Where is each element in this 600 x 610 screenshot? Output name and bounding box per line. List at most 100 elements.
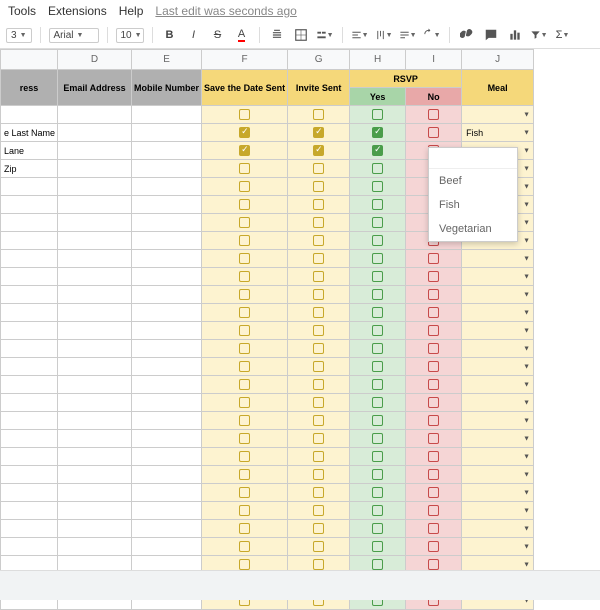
cell-no[interactable]: [406, 538, 462, 556]
cell[interactable]: [132, 448, 202, 466]
checkbox[interactable]: [239, 217, 250, 228]
checkbox[interactable]: [239, 307, 250, 318]
checkbox[interactable]: [239, 361, 250, 372]
cell-yes[interactable]: [350, 232, 406, 250]
checkbox[interactable]: [313, 433, 324, 444]
checkbox[interactable]: [428, 253, 439, 264]
cell[interactable]: [132, 160, 202, 178]
checkbox[interactable]: [313, 415, 324, 426]
cell-yes[interactable]: [350, 304, 406, 322]
fill-color-button[interactable]: [268, 26, 286, 44]
dropdown-arrow-icon[interactable]: ▼: [523, 525, 530, 532]
checkbox[interactable]: [239, 127, 250, 138]
cell[interactable]: [132, 484, 202, 502]
cell[interactable]: Zip: [1, 160, 58, 178]
cell[interactable]: [58, 160, 132, 178]
checkbox[interactable]: [372, 523, 383, 534]
cell-no[interactable]: [406, 466, 462, 484]
checkbox[interactable]: [372, 559, 383, 570]
checkbox[interactable]: [372, 505, 383, 516]
checkbox[interactable]: [372, 289, 383, 300]
cell-yes[interactable]: [350, 250, 406, 268]
cell-invite[interactable]: [288, 286, 350, 304]
cell[interactable]: [1, 466, 58, 484]
cell-yes[interactable]: [350, 286, 406, 304]
checkbox[interactable]: [239, 145, 250, 156]
cell-yes[interactable]: [350, 466, 406, 484]
cell[interactable]: [1, 106, 58, 124]
checkbox[interactable]: [239, 469, 250, 480]
dropdown-arrow-icon[interactable]: ▼: [523, 237, 530, 244]
cell[interactable]: [58, 412, 132, 430]
column-header[interactable]: F: [202, 50, 288, 70]
checkbox[interactable]: [372, 163, 383, 174]
cell-meal[interactable]: ▼: [462, 340, 534, 358]
cell[interactable]: [132, 340, 202, 358]
header-no[interactable]: No: [406, 88, 462, 106]
cell-savedate[interactable]: [202, 214, 288, 232]
checkbox[interactable]: [428, 127, 439, 138]
cell[interactable]: [132, 268, 202, 286]
cell-invite[interactable]: [288, 124, 350, 142]
checkbox[interactable]: [313, 289, 324, 300]
cell-savedate[interactable]: [202, 304, 288, 322]
checkbox[interactable]: [372, 271, 383, 282]
column-header[interactable]: D: [58, 50, 132, 70]
cell-meal[interactable]: ▼: [462, 358, 534, 376]
cell[interactable]: [132, 322, 202, 340]
cell-meal[interactable]: ▼: [462, 250, 534, 268]
wrap-button[interactable]: ▼: [399, 26, 417, 44]
checkbox[interactable]: [372, 487, 383, 498]
cell-yes[interactable]: [350, 340, 406, 358]
cell-invite[interactable]: [288, 268, 350, 286]
cell-yes[interactable]: [350, 394, 406, 412]
column-header[interactable]: [1, 50, 58, 70]
dropdown-arrow-icon[interactable]: ▼: [523, 561, 530, 568]
cell-invite[interactable]: [288, 466, 350, 484]
cell-savedate[interactable]: [202, 448, 288, 466]
checkbox[interactable]: [428, 379, 439, 390]
checkbox[interactable]: [239, 253, 250, 264]
cell[interactable]: [132, 106, 202, 124]
cell[interactable]: [58, 376, 132, 394]
cell[interactable]: [58, 304, 132, 322]
cell[interactable]: [1, 196, 58, 214]
cell[interactable]: [132, 196, 202, 214]
sheet-tabs-bar[interactable]: [0, 570, 600, 600]
cell[interactable]: [1, 376, 58, 394]
dropdown-arrow-icon[interactable]: ▼: [523, 309, 530, 316]
cell[interactable]: [1, 520, 58, 538]
menu-tools[interactable]: Tools: [8, 4, 36, 18]
checkbox[interactable]: [428, 487, 439, 498]
header-rsvp[interactable]: RSVP: [350, 70, 462, 88]
header-address[interactable]: ress: [1, 70, 58, 106]
checkbox[interactable]: [239, 451, 250, 462]
dropdown-arrow-icon[interactable]: ▼: [523, 291, 530, 298]
checkbox[interactable]: [313, 253, 324, 264]
dropdown-arrow-icon[interactable]: ▼: [523, 507, 530, 514]
cell-savedate[interactable]: [202, 142, 288, 160]
cell[interactable]: [58, 538, 132, 556]
cell-invite[interactable]: [288, 304, 350, 322]
cell[interactable]: [1, 250, 58, 268]
checkbox[interactable]: [372, 451, 383, 462]
cell-meal[interactable]: Fish▼: [462, 124, 534, 142]
checkbox[interactable]: [428, 451, 439, 462]
cell-invite[interactable]: [288, 412, 350, 430]
checkbox[interactable]: [239, 289, 250, 300]
cell-yes[interactable]: [350, 268, 406, 286]
cell-meal[interactable]: ▼: [462, 394, 534, 412]
cell[interactable]: [1, 394, 58, 412]
cell-yes[interactable]: [350, 142, 406, 160]
checkbox[interactable]: [428, 343, 439, 354]
cell-savedate[interactable]: [202, 250, 288, 268]
cell[interactable]: [1, 178, 58, 196]
checkbox[interactable]: [372, 325, 383, 336]
cell-no[interactable]: [406, 304, 462, 322]
cell-yes[interactable]: [350, 322, 406, 340]
cell-invite[interactable]: [288, 322, 350, 340]
dropdown-search-input[interactable]: [429, 148, 517, 169]
align-button[interactable]: ▼: [351, 26, 369, 44]
cell-savedate[interactable]: [202, 538, 288, 556]
cell-no[interactable]: [406, 394, 462, 412]
